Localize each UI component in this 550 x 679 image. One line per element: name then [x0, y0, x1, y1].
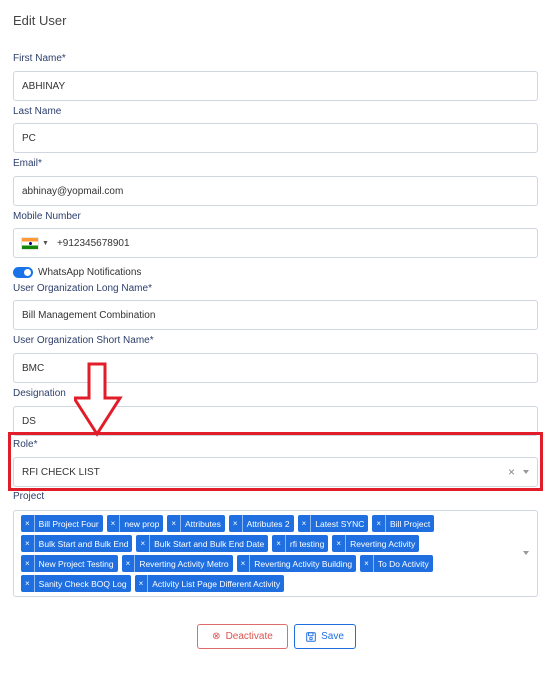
project-chip[interactable]: × Sanity Check BOQ Log	[21, 575, 131, 592]
whatsapp-toggle-row[interactable]: WhatsApp Notifications	[13, 265, 141, 279]
org-long-field[interactable]: Bill Management Combination	[13, 300, 538, 330]
project-chip[interactable]: × To Do Activity	[360, 555, 433, 572]
chip-label: Attributes	[184, 518, 221, 529]
chip-remove-icon[interactable]: ×	[332, 535, 347, 552]
project-chip[interactable]: × Bulk Start and Bulk End Date	[136, 535, 269, 552]
project-chip[interactable]: × Reverting Activity Building	[236, 555, 357, 572]
country-dropdown-caret-icon[interactable]: ▼	[42, 240, 49, 247]
role-select[interactable]: RFI CHECK LIST ×	[13, 457, 538, 487]
chip-remove-icon[interactable]: ×	[237, 555, 251, 572]
designation-value: DS	[22, 415, 36, 427]
save-label: Save	[321, 631, 344, 642]
org-short-value: BMC	[22, 362, 45, 374]
chip-remove-icon[interactable]: ×	[21, 575, 35, 592]
project-label: Project	[13, 491, 45, 502]
last-name-field[interactable]: PC	[13, 123, 538, 153]
chip-remove-icon[interactable]: ×	[272, 535, 286, 552]
last-name-value: PC	[22, 132, 36, 144]
chip-label: Bulk Start and Bulk End Date	[154, 538, 265, 549]
role-label: Role*	[13, 439, 38, 450]
chip-remove-icon[interactable]: ×	[136, 535, 151, 552]
email-value: abhinay@yopmail.com	[22, 185, 124, 197]
chip-label: rfi testing	[289, 538, 325, 549]
project-chip[interactable]: × new prop	[106, 515, 164, 532]
chip-label: Bill Project	[390, 518, 431, 529]
chip-remove-icon[interactable]: ×	[135, 575, 149, 592]
chip-remove-icon[interactable]: ×	[372, 515, 387, 532]
project-chip[interactable]: × Bill Project	[372, 515, 435, 532]
project-chip[interactable]: × Bulk Start and Bulk End	[21, 535, 133, 552]
whatsapp-label: WhatsApp Notifications	[38, 266, 142, 278]
project-chip[interactable]: × Attributes	[167, 515, 225, 532]
email-label: Email*	[13, 158, 42, 169]
chip-remove-icon[interactable]: ×	[167, 515, 181, 532]
mobile-label: Mobile Number	[13, 211, 81, 222]
india-flag-icon[interactable]	[22, 237, 38, 249]
chip-remove-icon[interactable]: ×	[21, 535, 35, 552]
chip-remove-icon[interactable]: ×	[229, 515, 243, 532]
deactivate-icon: ⊗	[212, 631, 221, 642]
chip-remove-icon[interactable]: ×	[21, 515, 35, 532]
chip-remove-icon[interactable]: ×	[298, 515, 312, 532]
last-name-label: Last Name	[13, 106, 62, 117]
chip-label: New Project Testing	[38, 558, 114, 569]
chip-remove-icon[interactable]: ×	[360, 555, 374, 572]
chip-label: Latest SYNC	[315, 518, 365, 529]
project-chip[interactable]: × Attributes 2	[228, 515, 294, 532]
first-name-field[interactable]: ABHINAY	[13, 71, 538, 101]
chip-label: new prop	[124, 518, 160, 529]
chip-label: Attributes 2	[246, 518, 290, 529]
chip-remove-icon[interactable]: ×	[107, 515, 121, 532]
org-long-label: User Organization Long Name*	[13, 283, 152, 294]
designation-label: Designation	[13, 388, 66, 399]
chip-label: Reverting Activity	[350, 538, 416, 549]
chip-remove-icon[interactable]: ×	[21, 555, 35, 572]
project-chip[interactable]: × Bill Project Four	[21, 515, 103, 532]
chip-label: To Do Activity	[377, 558, 429, 569]
chip-label: Activity List Page Different Activity	[152, 578, 281, 589]
deactivate-button[interactable]: ⊗ Deactivate	[197, 624, 288, 649]
mobile-field[interactable]: ▼ +912345678901	[13, 228, 538, 258]
project-chip[interactable]: × Activity List Page Different Activity	[134, 575, 285, 592]
chip-label: Bulk Start and Bulk End	[38, 538, 129, 549]
whatsapp-toggle[interactable]	[13, 266, 33, 278]
deactivate-label: Deactivate	[225, 631, 273, 642]
chip-label: Reverting Activity Building	[254, 558, 353, 569]
project-multiselect[interactable]: × Bill Project Four × new prop × Attributes × A…	[13, 510, 538, 597]
project-chevron-down-icon[interactable]	[523, 551, 529, 555]
role-value: RFI CHECK LIST	[22, 466, 100, 478]
chip-remove-icon[interactable]: ×	[122, 555, 136, 572]
org-long-value: Bill Management Combination	[22, 309, 156, 321]
first-name-value: ABHINAY	[22, 80, 66, 92]
chip-label: Reverting Activity Metro	[139, 558, 229, 569]
chip-label: Sanity Check BOQ Log	[38, 578, 127, 589]
project-chip[interactable]: × rfi testing	[272, 535, 329, 552]
project-chip[interactable]: × Latest SYNC	[297, 515, 369, 532]
email-field[interactable]: abhinay@yopmail.com	[13, 176, 538, 206]
first-name-label: First Name*	[13, 53, 66, 64]
org-short-label: User Organization Short Name*	[13, 335, 154, 346]
page-title: Edit User	[13, 13, 67, 28]
role-clear-icon[interactable]: ×	[508, 465, 515, 479]
save-icon	[306, 631, 316, 642]
chip-label: Bill Project Four	[38, 518, 99, 529]
mobile-value: +912345678901	[56, 237, 130, 249]
project-chip[interactable]: × Reverting Activity Metro	[121, 555, 233, 572]
save-button[interactable]: Save	[294, 624, 356, 649]
annotation-arrow-icon	[74, 362, 123, 437]
project-chip[interactable]: × New Project Testing	[21, 555, 118, 572]
project-chip[interactable]: × Reverting Activity	[332, 535, 420, 552]
role-chevron-down-icon[interactable]	[523, 470, 529, 474]
project-chips: × Bill Project Four × new prop × Attributes × A…	[21, 515, 507, 592]
